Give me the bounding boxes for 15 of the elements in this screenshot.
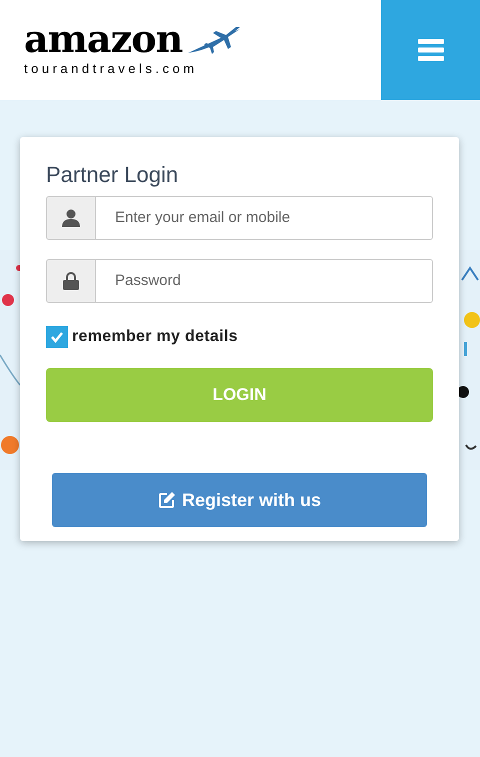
menu-icon (418, 39, 444, 61)
register-button[interactable]: Register with us (52, 473, 427, 527)
lock-icon (63, 272, 79, 290)
edit-icon (158, 491, 176, 509)
remember-label: remember my details (72, 327, 238, 347)
card-title: Partner Login (46, 161, 180, 189)
menu-button[interactable] (381, 0, 480, 100)
logo-tagline: tourandtravels.com (24, 60, 199, 78)
login-button[interactable]: LOGIN (46, 368, 433, 422)
logo-wordmark: amazon (24, 21, 182, 58)
email-field[interactable]: Enter your email or mobile (96, 196, 433, 240)
check-icon (50, 330, 64, 344)
password-field[interactable]: Password (96, 259, 433, 303)
remember-checkbox[interactable] (46, 326, 68, 348)
user-icon (62, 209, 80, 227)
